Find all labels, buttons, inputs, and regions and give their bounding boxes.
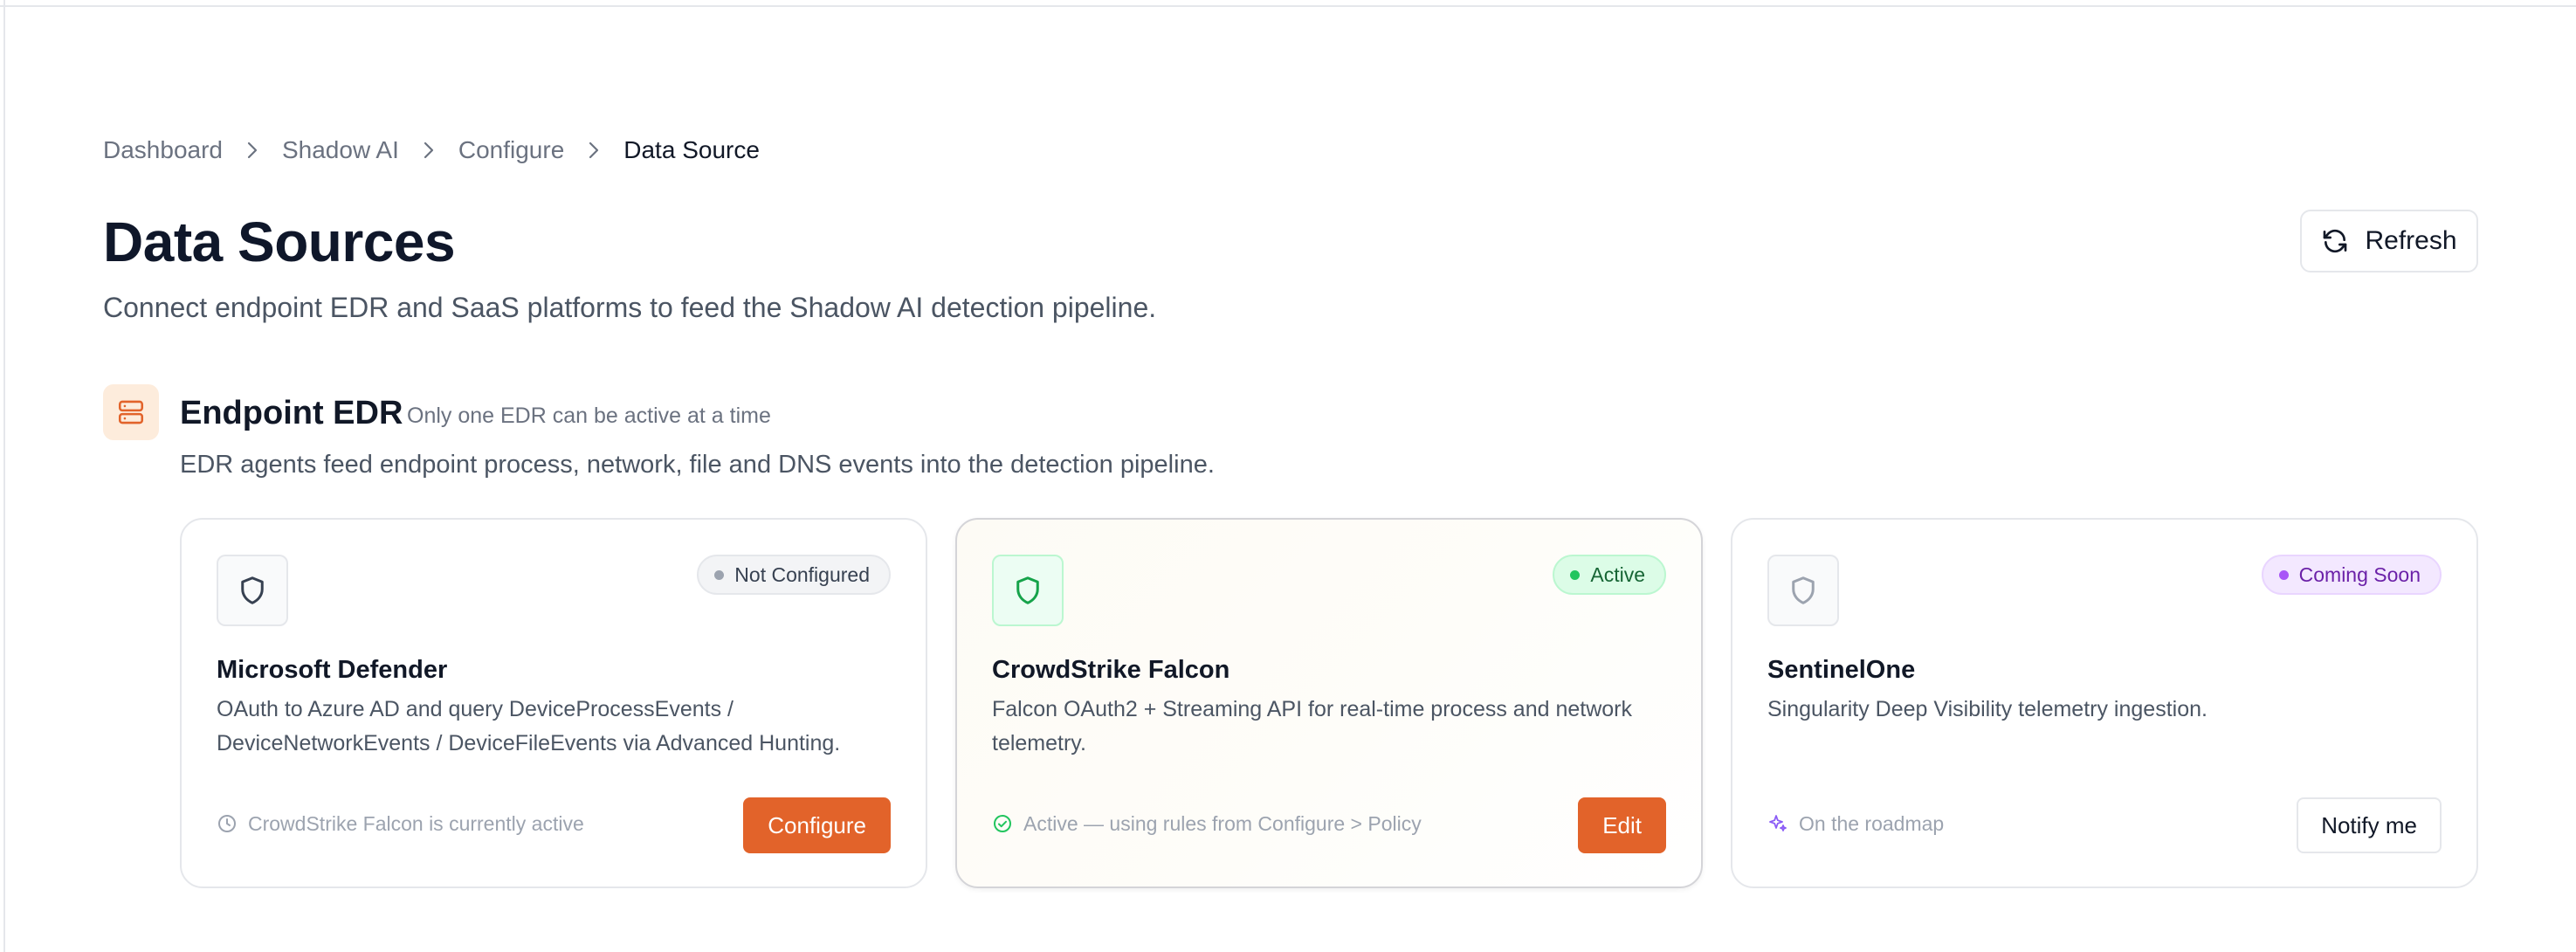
chevron-right-icon (399, 141, 458, 160)
chevron-right-icon (564, 141, 623, 160)
check-circle-icon (992, 813, 1013, 834)
section-description: EDR agents feed endpoint process, networ… (180, 451, 1215, 479)
card-status: On the roadmap (1767, 808, 1944, 839)
configure-button[interactable]: Configure (743, 797, 891, 853)
notify-me-button[interactable]: Notify me (2297, 797, 2442, 853)
breadcrumb-shadow-ai[interactable]: Shadow AI (282, 133, 399, 168)
status-dot (2278, 569, 2289, 580)
sparkles-icon (1767, 813, 1788, 834)
card-status-text: On the roadmap (1799, 812, 1945, 835)
status-badge: Active (1553, 555, 1666, 595)
clock-icon (217, 813, 238, 834)
status-dot (714, 569, 725, 580)
breadcrumb-data-source: Data Source (623, 136, 760, 163)
status-badge-label: Not Configured (734, 563, 870, 586)
server-icon (103, 384, 159, 440)
section-note: Only one EDR can be active at a time (407, 404, 771, 428)
refresh-button[interactable]: Refresh (2300, 210, 2478, 272)
status-badge: Not Configured (697, 555, 891, 595)
status-badge: Coming Soon (2261, 555, 2442, 595)
page-title: Data Sources (103, 210, 456, 273)
chevron-right-icon (223, 141, 282, 160)
status-badge-label: Coming Soon (2298, 563, 2421, 586)
shield-icon (217, 555, 288, 626)
shield-icon (1767, 555, 1839, 626)
section-title: Endpoint EDR (180, 395, 403, 431)
refresh-label: Refresh (2365, 226, 2457, 255)
data-source-card-crowdstrike-falcon: Active CrowdStrike Falcon Falcon OAuth2 … (955, 518, 1703, 888)
page-subtitle: Connect endpoint EDR and SaaS platforms … (103, 292, 1157, 323)
card-title: SentinelOne (1767, 656, 1916, 684)
edit-button[interactable]: Edit (1578, 797, 1666, 853)
shield-icon (992, 555, 1064, 626)
card-description: Falcon OAuth2 + Streaming API for real-t… (992, 697, 1632, 755)
breadcrumb-dashboard[interactable]: Dashboard (103, 133, 223, 168)
card-status-text: Active — using rules from Configure > Po… (1023, 812, 1422, 835)
data-source-card-microsoft-defender: Not Configured Microsoft Defender OAuth … (180, 518, 927, 888)
breadcrumb: Dashboard Shadow AI Configure Data Sourc… (103, 133, 760, 168)
top-border (0, 0, 2576, 7)
card-status-text: CrowdStrike Falcon is currently active (248, 812, 584, 835)
card-status: CrowdStrike Falcon is currently active (217, 808, 584, 839)
status-badge-label: Active (1590, 563, 1645, 586)
card-title: Microsoft Defender (217, 656, 448, 684)
card-title: CrowdStrike Falcon (992, 656, 1230, 684)
card-description: Singularity Deep Visibility telemetry in… (1767, 697, 2208, 721)
refresh-icon (2321, 227, 2349, 255)
card-description: OAuth to Azure AD and query DeviceProces… (217, 697, 841, 755)
left-border (0, 0, 5, 952)
card-status: Active — using rules from Configure > Po… (992, 808, 1422, 839)
status-dot (1570, 569, 1581, 580)
data-source-card-sentinelone: Coming Soon SentinelOne Singularity Deep… (1731, 518, 2478, 888)
breadcrumb-configure[interactable]: Configure (458, 133, 564, 168)
